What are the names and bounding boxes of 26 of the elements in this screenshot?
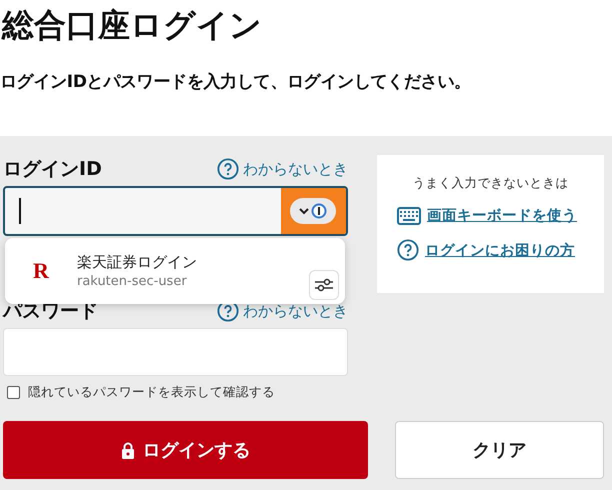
clear-button[interactable]: クリア	[395, 421, 604, 479]
keyboard-icon	[397, 206, 421, 224]
help-link[interactable]: わからないとき	[217, 158, 348, 180]
settings-button[interactable]	[309, 270, 339, 300]
password-field[interactable]	[3, 328, 348, 376]
lock-icon	[120, 442, 134, 458]
card-heading: うまく入力できないときは	[412, 175, 568, 192]
instruction-text: ログインIDとパスワードを入力して、ログインしてください。	[0, 71, 472, 93]
credential-username: rakuten-sec-user	[77, 274, 188, 289]
checkbox-label: 隠れているパスワードを表示して確認する	[28, 384, 275, 400]
help-link[interactable]: 画面キーボードを使う	[397, 206, 577, 225]
page-title: 総合口座ログイン	[0, 5, 263, 46]
help-icon	[397, 239, 419, 261]
sliders-icon	[314, 277, 334, 293]
logo-text: R	[33, 258, 50, 284]
autofill-popup[interactable]: R 楽天証券ログイン rakuten-sec-user	[5, 238, 345, 304]
field-label: ログインID	[3, 157, 102, 182]
chevron-down-icon	[299, 207, 310, 215]
help-icon	[217, 158, 239, 180]
help-link[interactable]: ログインにお困りの方	[397, 239, 575, 261]
password-manager-button[interactable]	[290, 198, 336, 224]
key-logo-icon	[311, 203, 328, 219]
login-button[interactable]: ログインする	[3, 421, 368, 479]
checkbox[interactable]	[7, 386, 20, 398]
login-id-field[interactable]	[3, 186, 348, 236]
credential-title: 楽天証券ログイン	[77, 253, 198, 272]
